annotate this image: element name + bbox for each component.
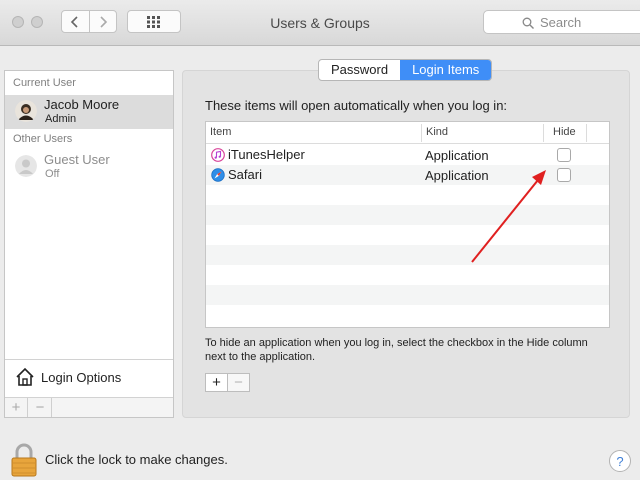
column-divider bbox=[586, 124, 587, 142]
table-row[interactable]: Safari Application bbox=[206, 165, 609, 185]
user-avatar bbox=[15, 100, 37, 122]
help-button[interactable]: ? bbox=[609, 450, 631, 472]
search-icon bbox=[522, 17, 534, 29]
lock-icon[interactable] bbox=[10, 443, 38, 477]
login-items-table[interactable]: Item Kind Hide iTunesHelper Application … bbox=[205, 121, 610, 328]
add-login-item-button[interactable]: + bbox=[206, 374, 227, 391]
hide-hint-text: To hide an application when you log in, … bbox=[205, 337, 588, 363]
column-divider bbox=[543, 124, 544, 142]
empty-row bbox=[206, 185, 609, 205]
empty-row bbox=[206, 265, 609, 285]
login-items-intro: These items will open automatically when… bbox=[205, 98, 508, 113]
search-field[interactable]: Search bbox=[483, 10, 640, 34]
add-user-button[interactable]: + bbox=[5, 398, 28, 417]
remove-login-item-button[interactable]: − bbox=[227, 374, 249, 391]
hide-checkbox[interactable] bbox=[557, 148, 571, 162]
column-header-hide[interactable]: Hide bbox=[553, 126, 576, 138]
safari-icon bbox=[211, 168, 225, 182]
row-item-kind: Application bbox=[425, 148, 489, 163]
user-row-guest[interactable]: Guest User Off bbox=[5, 150, 173, 184]
empty-row bbox=[206, 205, 609, 225]
row-item-name: iTunesHelper bbox=[228, 147, 305, 162]
guest-avatar-icon bbox=[15, 155, 37, 177]
login-options-item[interactable]: Login Options bbox=[5, 360, 173, 398]
itunes-icon bbox=[211, 148, 225, 162]
lock-label: Click the lock to make changes. bbox=[45, 452, 228, 467]
empty-row bbox=[206, 225, 609, 245]
row-item-kind: Application bbox=[425, 168, 489, 183]
current-user-name: Jacob Moore bbox=[44, 97, 120, 112]
toolbar: Users & Groups Search bbox=[0, 0, 640, 46]
empty-row bbox=[206, 285, 609, 305]
current-user-role: Admin bbox=[45, 113, 77, 125]
empty-row bbox=[206, 305, 609, 325]
tab-login-items[interactable]: Login Items bbox=[400, 60, 492, 80]
login-options-label: Login Options bbox=[41, 370, 122, 385]
tab-bar: Password Login Items bbox=[318, 59, 493, 81]
guest-user-status: Off bbox=[45, 168, 60, 180]
current-user-header: Current User bbox=[13, 77, 76, 89]
users-sidebar: Current User Jacob Moore Admin Other Use… bbox=[4, 70, 174, 418]
tab-password[interactable]: Password bbox=[319, 60, 400, 80]
remove-user-button[interactable]: − bbox=[29, 398, 52, 417]
table-row[interactable]: iTunesHelper Application bbox=[206, 145, 609, 165]
house-icon bbox=[16, 367, 34, 386]
table-header: Item Kind Hide bbox=[206, 122, 609, 144]
column-header-item[interactable]: Item bbox=[210, 126, 231, 138]
hide-checkbox[interactable] bbox=[557, 168, 571, 182]
column-divider bbox=[421, 124, 422, 142]
guest-user-name: Guest User bbox=[44, 152, 110, 167]
column-header-kind[interactable]: Kind bbox=[426, 126, 448, 138]
search-placeholder: Search bbox=[540, 15, 582, 30]
row-item-name: Safari bbox=[228, 167, 262, 182]
other-users-header: Other Users bbox=[13, 133, 73, 145]
empty-row bbox=[206, 245, 609, 265]
user-row-jacob-moore[interactable]: Jacob Moore Admin bbox=[5, 95, 173, 129]
add-remove-buttons: + − bbox=[205, 373, 250, 392]
sidebar-button-bar: + − bbox=[5, 398, 173, 417]
